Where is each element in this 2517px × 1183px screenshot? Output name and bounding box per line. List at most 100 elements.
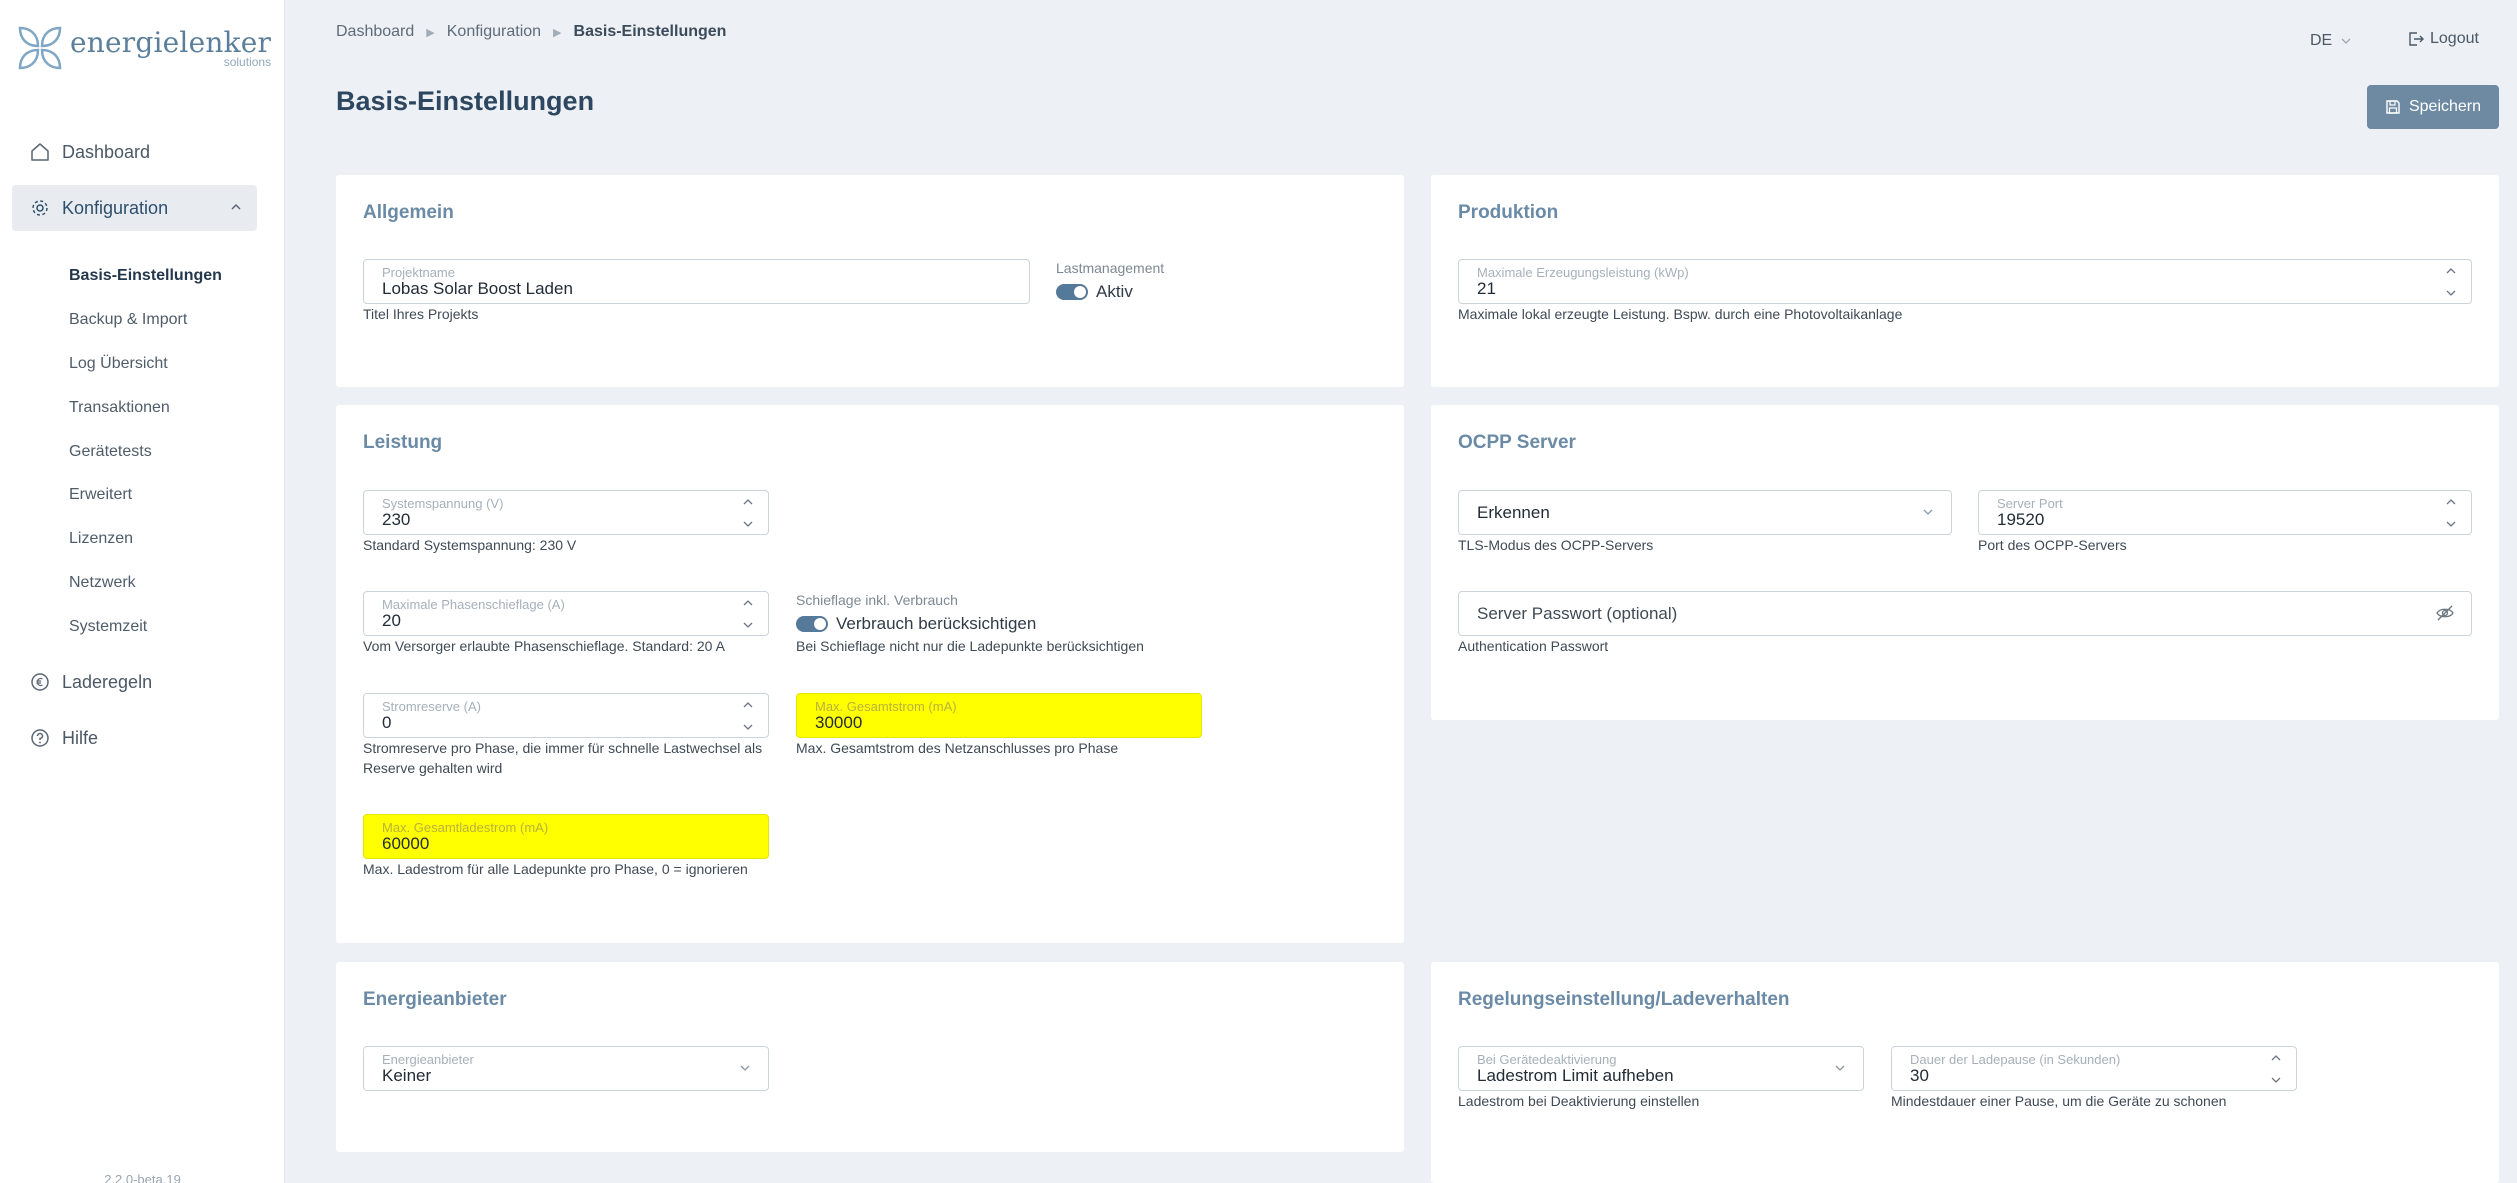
stromreserve-input[interactable]: Stromreserve (A) 0 (363, 693, 769, 738)
logout-button[interactable]: Logout (2408, 30, 2479, 48)
field-label: Dauer der Ladepause (in Sekunden) (1910, 1052, 2121, 1067)
sidebar-subitem-transaktionen[interactable]: Transaktionen (69, 399, 170, 417)
field-hint: TLS-Modus des OCPP-Servers (1458, 537, 1654, 553)
number-stepper[interactable] (742, 497, 754, 529)
sidebar-item-dashboard[interactable]: Dashboard (12, 129, 257, 175)
schieflage-verbrauch-switch[interactable] (796, 616, 828, 632)
field-placeholder: Server Passwort (optional) (1477, 603, 1678, 623)
energieanbieter-select[interactable]: Energieanbieter Keiner (363, 1046, 769, 1091)
toggle-text: Aktiv (1096, 282, 1133, 301)
chevron-down-icon (1923, 509, 1933, 515)
sidebar-subitem-log-uebersicht[interactable]: Log Übersicht (69, 355, 168, 373)
card-title: OCPP Server (1458, 432, 1576, 453)
field-label: Bei Gerätedeaktivierung (1477, 1052, 1617, 1067)
field-label: Max. Gesamtstrom (mA) (815, 699, 957, 714)
brand-logo[interactable]: energielenker solutions (16, 24, 271, 72)
lastmanagement-toggle-group: Lastmanagement Aktiv (1056, 260, 1164, 302)
projektname-input[interactable]: Projektname Lobas Solar Boost Laden (363, 259, 1030, 304)
chevron-down-icon[interactable] (2270, 1075, 2282, 1085)
eye-off-icon[interactable] (2435, 603, 2455, 623)
card-allgemein: Allgemein Projektname Lobas Solar Boost … (336, 175, 1404, 387)
field-label: Server Port (1997, 496, 2063, 511)
number-stepper[interactable] (2270, 1053, 2282, 1085)
chevron-down-icon[interactable] (2445, 288, 2457, 298)
sidebar-subitem-netzwerk[interactable]: Netzwerk (69, 574, 136, 592)
sidebar-item-hilfe[interactable]: Hilfe (12, 715, 257, 761)
toggle-label: Schieflage inkl. Verbrauch (796, 592, 958, 608)
lastmanagement-switch[interactable] (1056, 284, 1088, 300)
chevron-up-icon[interactable] (742, 700, 754, 710)
card-title: Energieanbieter (363, 989, 507, 1010)
language-select[interactable]: DE (2310, 32, 2352, 50)
chevron-up-icon[interactable] (742, 497, 754, 507)
home-icon (30, 142, 50, 162)
save-button-label: Speichern (2408, 98, 2482, 115)
field-label: Systemspannung (V) (382, 496, 504, 511)
hint-line: Reserve gehalten wird (363, 760, 503, 776)
field-value: 20 (382, 611, 401, 630)
card-energieanbieter: Energieanbieter Energieanbieter Keiner (336, 962, 1404, 1152)
field-value: 19520 (1997, 510, 2045, 529)
max-gesamtladestrom-input[interactable]: Max. Gesamtladestrom (mA) 60000 (363, 814, 769, 859)
field-hint: Stromreserve pro Phase, die immer für sc… (363, 738, 762, 778)
gear-icon (30, 198, 50, 218)
field-value: 60000 (382, 834, 430, 853)
ladepause-dauer-input[interactable]: Dauer der Ladepause (in Sekunden) 30 (1891, 1046, 2297, 1091)
field-label: Energieanbieter (382, 1052, 474, 1067)
field-hint: Port des OCPP-Servers (1978, 537, 2127, 553)
sidebar-item-label: Konfiguration (62, 197, 169, 218)
card-title: Regelungseinstellung/Ladeverhalten (1458, 989, 1790, 1010)
geraetedeaktivierung-select[interactable]: Bei Gerätedeaktivierung Ladestrom Limit … (1458, 1046, 1864, 1091)
chevron-down-icon (1835, 1065, 1845, 1071)
number-stepper[interactable] (2445, 497, 2457, 529)
save-button[interactable]: Speichern (2367, 85, 2499, 129)
chevron-up-icon[interactable] (2445, 266, 2457, 276)
sidebar-subitem-erweitert[interactable]: Erweitert (69, 486, 132, 504)
chevron-down-icon (740, 1065, 750, 1071)
systemspannung-input[interactable]: Systemspannung (V) 230 (363, 490, 769, 535)
number-stepper[interactable] (742, 700, 754, 732)
max-erzeugungsleistung-input[interactable]: Maximale Erzeugungsleistung (kWp) 21 (1458, 259, 2472, 304)
card-ocpp-server: OCPP Server Erkennen TLS-Modus des OCPP-… (1431, 405, 2499, 720)
breadcrumb-dashboard[interactable]: Dashboard (336, 23, 414, 41)
field-value: Lobas Solar Boost Laden (382, 279, 573, 298)
chevron-down-icon[interactable] (742, 519, 754, 529)
field-hint: Mindestdauer einer Pause, um die Geräte … (1891, 1093, 2227, 1109)
sidebar-subitem-systemzeit[interactable]: Systemzeit (69, 618, 147, 636)
language-value: DE (2310, 32, 2333, 49)
tls-mode-select[interactable]: Erkennen (1458, 490, 1952, 535)
breadcrumb-konfiguration[interactable]: Konfiguration (447, 23, 541, 41)
toggle-label: Lastmanagement (1056, 260, 1165, 276)
field-label: Maximale Erzeugungsleistung (kWp) (1477, 265, 1689, 280)
sidebar-subitem-backup-import[interactable]: Backup & Import (69, 311, 187, 329)
chevron-down-icon[interactable] (742, 722, 754, 732)
sidebar-item-laderegeln[interactable]: Laderegeln (12, 659, 257, 705)
server-port-input[interactable]: Server Port 19520 (1978, 490, 2472, 535)
field-value: 30 (1910, 1066, 1929, 1085)
hint-line: Stromreserve pro Phase, die immer für sc… (363, 740, 763, 756)
field-value: Ladestrom Limit aufheben (1477, 1066, 1674, 1085)
toggle-text: Verbrauch berücksichtigen (836, 614, 1037, 633)
chevron-up-icon[interactable] (742, 598, 754, 608)
sidebar-subitem-geraetetests[interactable]: Gerätetests (69, 443, 152, 461)
sidebar-subitem-lizenzen[interactable]: Lizenzen (69, 530, 133, 548)
chevron-up-icon[interactable] (2445, 497, 2457, 507)
chevron-down-icon[interactable] (2445, 519, 2457, 529)
field-label: Projektname (382, 265, 455, 280)
field-hint: Bei Schieflage nicht nur die Ladepunkte … (796, 638, 1144, 654)
max-gesamtstrom-input[interactable]: Max. Gesamtstrom (mA) 30000 (796, 693, 1202, 738)
phasenschieflage-input[interactable]: Maximale Phasenschieflage (A) 20 (363, 591, 769, 636)
server-passwort-input[interactable]: Server Passwort (optional) (1458, 591, 2472, 636)
floppy-disk-icon (2386, 100, 2400, 114)
card-title: Allgemein (363, 202, 454, 223)
number-stepper[interactable] (2445, 266, 2457, 298)
card-regelungseinstellung: Regelungseinstellung/Ladeverhalten Bei G… (1431, 962, 2499, 1183)
field-hint: Titel Ihres Projekts (363, 306, 479, 322)
number-stepper[interactable] (742, 598, 754, 630)
chevron-up-icon[interactable] (2270, 1053, 2282, 1063)
sidebar-subitem-basis-einstellungen[interactable]: Basis-Einstellungen (69, 267, 222, 285)
chevron-down-icon[interactable] (742, 620, 754, 630)
sidebar-item-konfiguration[interactable]: Konfiguration (12, 185, 257, 231)
field-hint: Standard Systemspannung: 230 V (363, 537, 577, 553)
card-title: Produktion (1458, 202, 1559, 223)
